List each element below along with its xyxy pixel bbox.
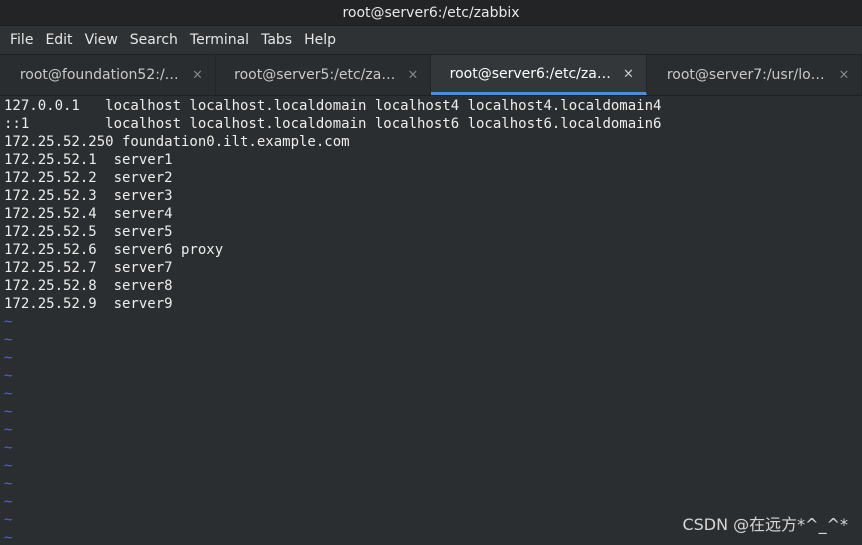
- menu-help[interactable]: Help: [298, 26, 342, 54]
- tab-foundation52[interactable]: root@foundation52:/… ×: [0, 55, 216, 95]
- empty-line-marker: ~: [4, 440, 13, 456]
- menu-terminal[interactable]: Terminal: [184, 26, 255, 54]
- menu-file[interactable]: File: [4, 26, 39, 54]
- tab-server7[interactable]: root@server7:/usr/lo… ×: [647, 55, 862, 95]
- close-icon[interactable]: ×: [191, 68, 205, 83]
- empty-line-marker: ~: [4, 494, 13, 510]
- tab-label: root@server6:/etc/za…: [449, 65, 611, 82]
- terminal-line: 172.25.52.8 server8: [4, 278, 173, 294]
- menu-tabs[interactable]: Tabs: [255, 26, 298, 54]
- terminal-line: 172.25.52.1 server1: [4, 152, 173, 168]
- empty-line-marker: ~: [4, 476, 13, 492]
- empty-line-marker: ~: [4, 404, 13, 420]
- terminal-line: 172.25.52.6 server6 proxy: [4, 242, 224, 258]
- terminal-line: 172.25.52.3 server3: [4, 188, 173, 204]
- terminal-line: 172.25.52.4 server4: [4, 206, 173, 222]
- tab-label: root@server5:/etc/za…: [234, 67, 396, 83]
- tab-label: root@server7:/usr/lo…: [666, 67, 825, 83]
- terminal-content[interactable]: 127.0.0.1 localhost localhost.localdomai…: [0, 96, 862, 545]
- watermark: CSDN @在远方*^_^*: [682, 515, 848, 534]
- tab-bar: root@foundation52:/… × root@server5:/etc…: [0, 54, 862, 96]
- tab-label: root@foundation52:/…: [19, 67, 179, 83]
- terminal-line: ::1 localhost localhost.localdomain loca…: [4, 116, 662, 132]
- tab-server5[interactable]: root@server5:/etc/za… ×: [216, 55, 431, 95]
- empty-line-marker: ~: [4, 386, 13, 402]
- terminal-window: root@server6:/etc/zabbix File Edit View …: [0, 0, 862, 545]
- menu-search[interactable]: Search: [124, 26, 184, 54]
- title-bar[interactable]: root@server6:/etc/zabbix: [0, 0, 862, 26]
- terminal-line: 127.0.0.1 localhost localhost.localdomai…: [4, 98, 662, 114]
- empty-line-marker: ~: [4, 350, 13, 366]
- terminal-line: 172.25.52.5 server5: [4, 224, 173, 240]
- menu-edit[interactable]: Edit: [39, 26, 78, 54]
- empty-line-marker: ~: [4, 368, 13, 384]
- terminal-line: 172.25.52.9 server9: [4, 296, 173, 312]
- empty-line-marker: ~: [4, 332, 13, 348]
- menu-view[interactable]: View: [79, 26, 124, 54]
- tab-server6[interactable]: root@server6:/etc/za… ×: [431, 55, 647, 95]
- close-icon[interactable]: ×: [837, 68, 851, 83]
- terminal-line: 172.25.52.2 server2: [4, 170, 173, 186]
- window-title: root@server6:/etc/zabbix: [342, 4, 520, 21]
- close-icon[interactable]: ×: [622, 66, 636, 81]
- close-icon[interactable]: ×: [406, 68, 420, 83]
- empty-line-marker: ~: [4, 458, 13, 474]
- empty-line-marker: ~: [4, 422, 13, 438]
- menu-bar: File Edit View Search Terminal Tabs Help: [0, 26, 862, 54]
- terminal-line: 172.25.52.250 foundation0.ilt.example.co…: [4, 134, 350, 150]
- terminal-line: 172.25.52.7 server7: [4, 260, 173, 276]
- empty-line-marker: ~: [4, 314, 13, 330]
